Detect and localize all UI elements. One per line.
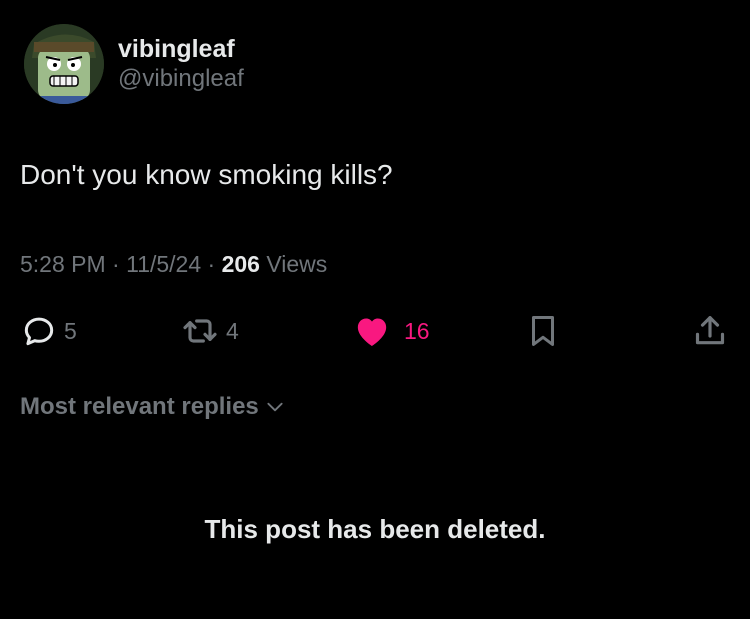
like-count: 16	[404, 317, 430, 344]
meta-separator: ·	[112, 251, 120, 277]
post-text: Don't you know smoking kills?	[20, 159, 393, 190]
avatar[interactable]	[24, 24, 104, 104]
views-count: 206	[221, 251, 260, 277]
post-time[interactable]: 5:28 PM	[20, 251, 106, 277]
share-icon	[695, 316, 725, 345]
meta-separator: ·	[207, 251, 216, 277]
reply-icon	[24, 317, 54, 346]
like-button[interactable]: 16	[352, 306, 430, 356]
post-header: vibingleaf @vibingleaf	[24, 24, 244, 104]
post-date[interactable]: 11/5/24	[126, 251, 201, 277]
post-meta: 5:28 PM · 11/5/24 · 206 Views	[20, 248, 327, 280]
replies-sort-label: Most relevant replies	[20, 393, 259, 420]
reply-count: 5	[64, 317, 77, 344]
author-display-name[interactable]: vibingleaf	[118, 34, 244, 64]
chevron-down-icon	[267, 402, 283, 412]
action-bar: 5 4 16	[0, 306, 750, 356]
like-icon	[357, 318, 387, 346]
author-handle[interactable]: @vibingleaf	[118, 64, 244, 94]
retweet-count: 4	[226, 317, 239, 344]
views-label: Views	[266, 251, 328, 277]
bookmark-button[interactable]	[524, 306, 562, 356]
replies-sort-dropdown[interactable]: Most relevant replies	[20, 393, 285, 421]
avatar-illustration	[24, 24, 104, 104]
retweet-button[interactable]: 4	[180, 306, 239, 356]
retweet-icon	[183, 319, 217, 343]
author-names: vibingleaf @vibingleaf	[118, 34, 244, 94]
deleted-post-notice: This post has been deleted.	[204, 514, 546, 544]
reply-button[interactable]: 5	[20, 306, 77, 356]
bookmark-icon	[531, 316, 555, 346]
share-button[interactable]	[690, 306, 730, 356]
